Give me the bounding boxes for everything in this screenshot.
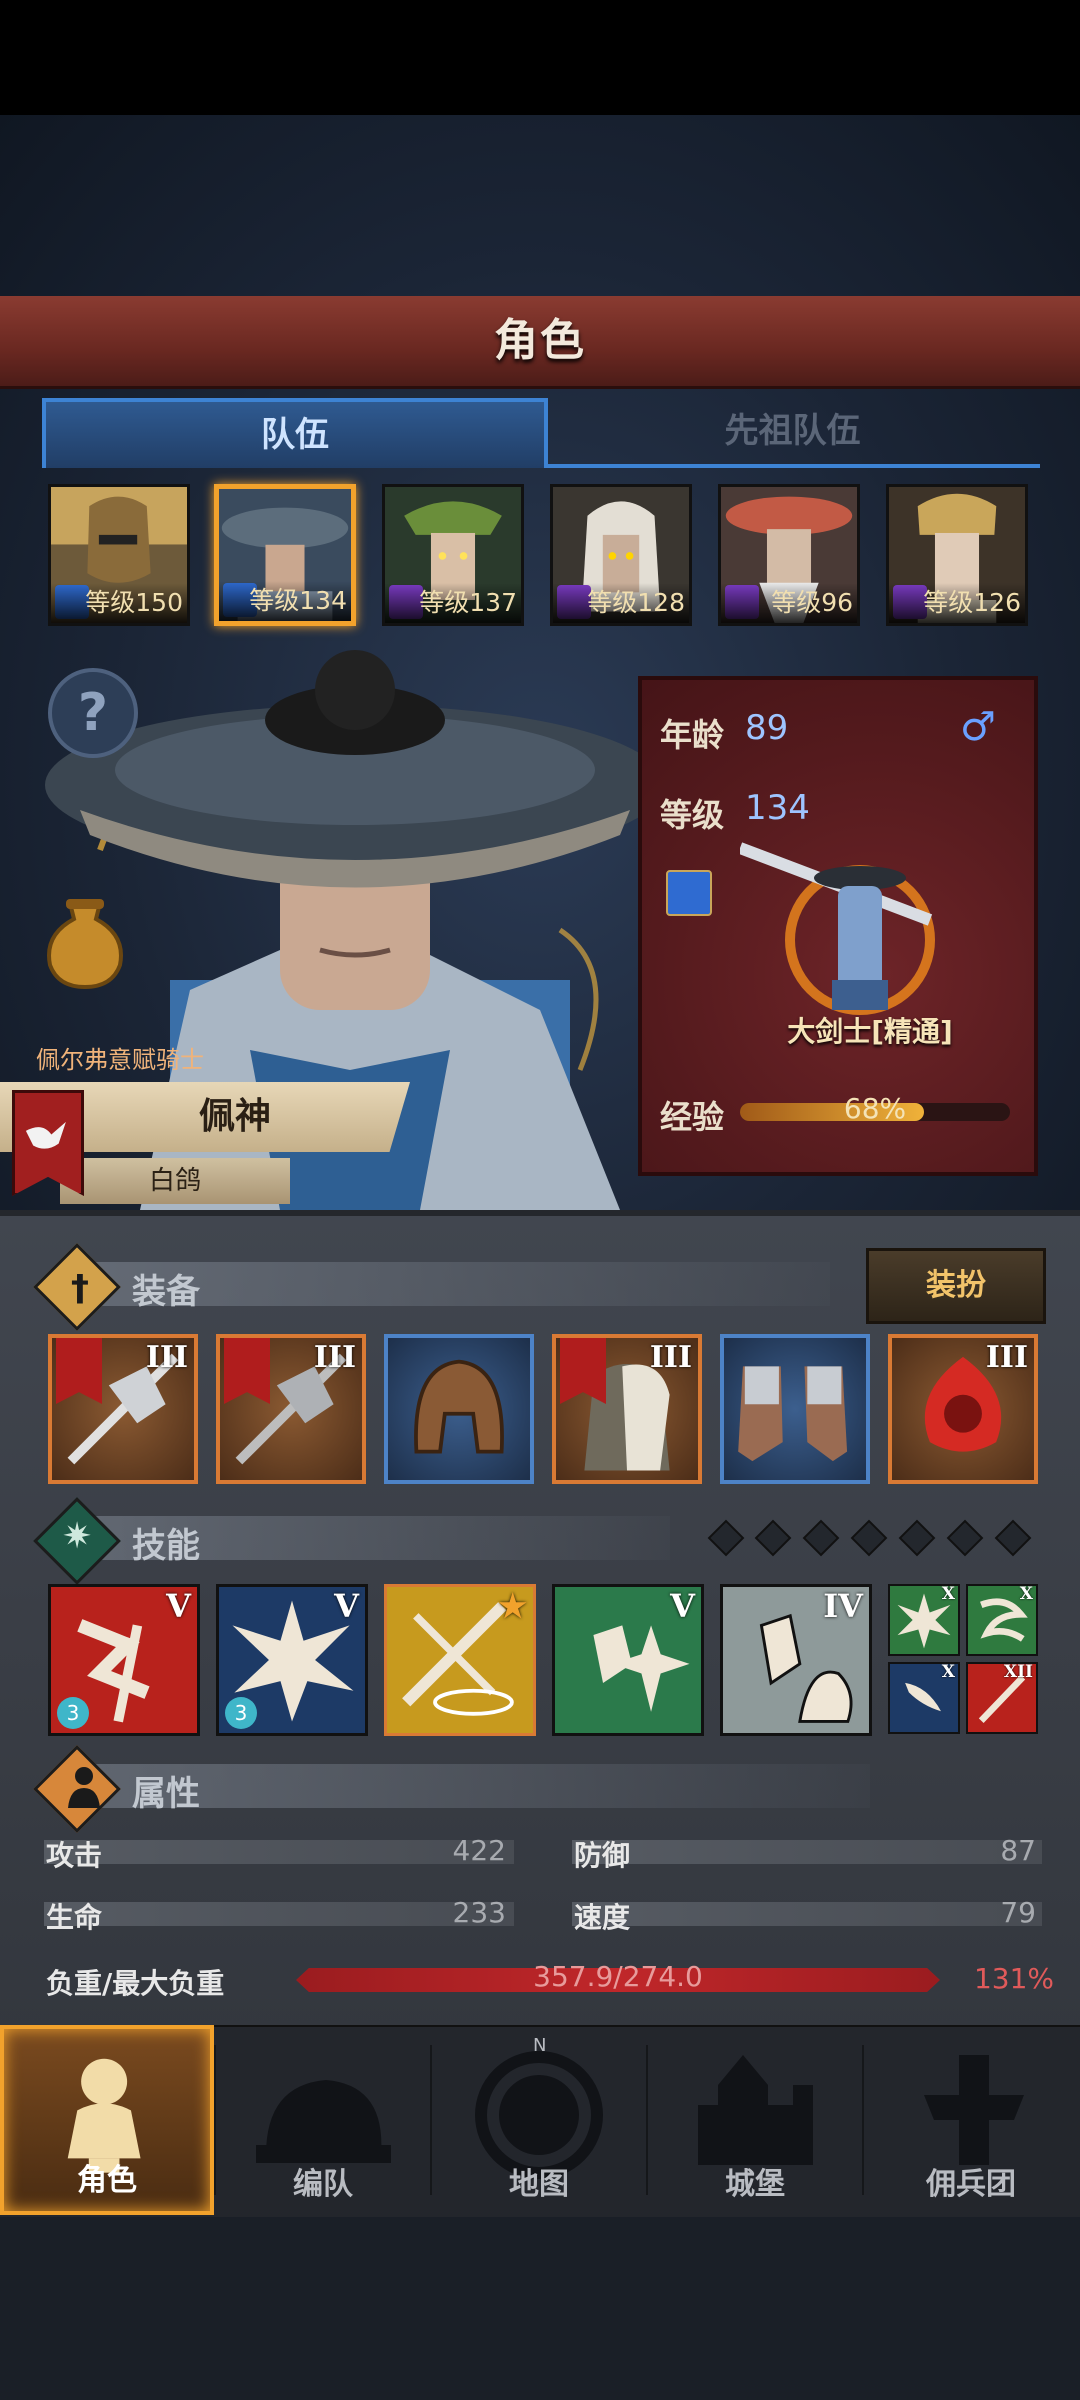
tier-label: III bbox=[985, 1340, 1028, 1375]
star-burst-icon: ✷ bbox=[62, 1516, 93, 1557]
class-name: 大剑士[精通] bbox=[787, 1015, 953, 1048]
nav-castle[interactable]: 城堡 bbox=[648, 2025, 862, 2215]
equipment-slot-weapon[interactable]: III bbox=[48, 1334, 198, 1484]
knight-order-title: 佩尔弗意赋骑士 bbox=[36, 1046, 204, 1074]
load-value: 357.9/274.0 bbox=[533, 1960, 703, 1993]
equipment-slot-emblem[interactable]: III bbox=[888, 1334, 1038, 1484]
hp-value: 233 bbox=[452, 1896, 506, 1929]
party-member-1[interactable]: 等级150 bbox=[48, 484, 190, 626]
nav-label: 佣兵团 bbox=[926, 2167, 1016, 2202]
member-level: 等级126 bbox=[889, 583, 1025, 623]
male-gender-icon: ♂ bbox=[960, 704, 996, 750]
party-member-2[interactable]: 等级134 bbox=[214, 484, 356, 626]
nav-mercenary[interactable]: 佣兵团 bbox=[864, 2025, 1078, 2215]
equipment-slot-offhand[interactable]: III bbox=[216, 1334, 366, 1484]
defense-label: 防御 bbox=[574, 1839, 631, 1872]
potion-bag-icon[interactable] bbox=[40, 895, 130, 990]
hero-name[interactable]: 佩神 bbox=[75, 1082, 395, 1152]
hp-label: 生命 bbox=[46, 1901, 103, 1934]
dagger-icon: † bbox=[71, 1268, 89, 1309]
page-title: 角色 bbox=[494, 315, 586, 366]
tier-label: X bbox=[941, 1662, 955, 1682]
attack-value: 422 bbox=[452, 1834, 506, 1867]
class-figure-icon bbox=[740, 842, 935, 1015]
exp-label: 经验 bbox=[660, 1098, 725, 1136]
tier-label: X bbox=[941, 1584, 955, 1604]
hero-subtitle: 白鸽 bbox=[148, 1166, 201, 1196]
mini-skill-burst[interactable]: X bbox=[888, 1584, 960, 1656]
member-level: 等级134 bbox=[219, 581, 351, 621]
tier-label: V bbox=[670, 1587, 695, 1625]
tier-label: III bbox=[649, 1340, 692, 1375]
person-silhouette-icon bbox=[64, 1764, 104, 1808]
member-level: 等级137 bbox=[385, 583, 521, 623]
mini-skill-wing[interactable]: X bbox=[888, 1662, 960, 1734]
load-label: 负重/最大负重 bbox=[46, 1967, 225, 2000]
skill-sword-aura[interactable]: ★ bbox=[384, 1584, 536, 1736]
boots-icon bbox=[738, 1366, 848, 1462]
bottom-area bbox=[0, 2210, 1080, 2400]
party-member-6[interactable]: 等级126 bbox=[886, 484, 1028, 626]
nav-label: 角色 bbox=[77, 2163, 137, 2198]
tier-label: X bbox=[1019, 1584, 1033, 1604]
member-level: 等级128 bbox=[553, 583, 689, 623]
tier-label: XII bbox=[1003, 1662, 1033, 1682]
exp-percent: 68% bbox=[843, 1092, 907, 1125]
nav-label: 编队 bbox=[293, 2167, 353, 2202]
nav-formation[interactable]: 编队 bbox=[216, 2025, 430, 2215]
mini-skill-gust[interactable]: X bbox=[966, 1584, 1038, 1656]
level-value: 134 bbox=[745, 788, 810, 828]
party-member-4[interactable]: 等级128 bbox=[550, 484, 692, 626]
equipment-slot-helmet[interactable] bbox=[384, 1334, 534, 1484]
outfit-button[interactable]: 装扮 bbox=[866, 1248, 1046, 1324]
tab-team[interactable]: 队伍 bbox=[42, 398, 548, 468]
member-level: 等级150 bbox=[51, 583, 187, 623]
attributes-title: 属性 bbox=[132, 1774, 200, 1814]
star-icon: ★ bbox=[498, 1587, 527, 1625]
attack-label: 攻击 bbox=[46, 1839, 103, 1872]
party-member-3[interactable]: 等级137 bbox=[382, 484, 524, 626]
defense-value: 87 bbox=[1000, 1834, 1036, 1867]
member-level: 等级96 bbox=[721, 583, 857, 623]
equipment-slot-armor[interactable]: III bbox=[552, 1334, 702, 1484]
party-member-5[interactable]: 等级96 bbox=[718, 484, 860, 626]
nav-role[interactable]: 角色 bbox=[0, 2025, 214, 2215]
svg-text:N: N bbox=[533, 2035, 546, 2056]
mini-skill-blade[interactable]: XII bbox=[966, 1662, 1038, 1734]
skill-burst[interactable]: V 3 bbox=[216, 1584, 368, 1736]
age-label: 年龄 bbox=[660, 716, 725, 754]
nav-map[interactable]: N 地图 bbox=[432, 2025, 646, 2215]
gem-count: 3 bbox=[57, 1697, 89, 1729]
speed-label: 速度 bbox=[574, 1901, 631, 1934]
tier-label: IV bbox=[823, 1587, 863, 1625]
skill-crystal-burst[interactable]: V bbox=[552, 1584, 704, 1736]
load-percent: 131% bbox=[973, 1962, 1054, 1995]
tier-label: V bbox=[166, 1587, 191, 1625]
help-button[interactable]: ? bbox=[48, 668, 138, 758]
equipment-title: 装备 bbox=[132, 1272, 200, 1312]
nav-label: 城堡 bbox=[725, 2167, 785, 2202]
nav-label: 地图 bbox=[509, 2167, 569, 2202]
skills-title: 技能 bbox=[132, 1526, 200, 1566]
skill-multi-slash[interactable]: V 3 bbox=[48, 1584, 200, 1736]
skill-crystal-strike[interactable]: IV bbox=[720, 1584, 872, 1736]
status-bar-area bbox=[0, 0, 1080, 115]
tier-label: III bbox=[313, 1340, 356, 1375]
tier-label: III bbox=[145, 1340, 188, 1375]
skill-point-indicators bbox=[706, 1518, 1046, 1558]
equipment-slot-boots[interactable] bbox=[720, 1334, 870, 1484]
class-badge-icon bbox=[666, 870, 712, 916]
tab-ancestor-team[interactable]: 先祖队伍 bbox=[545, 398, 1040, 468]
age-value: 89 bbox=[745, 708, 789, 748]
helmet-icon bbox=[414, 1359, 504, 1454]
speed-value: 79 bbox=[1000, 1896, 1036, 1929]
tier-label: V bbox=[334, 1587, 359, 1625]
gem-count: 3 bbox=[225, 1697, 257, 1729]
level-label: 等级 bbox=[660, 796, 725, 834]
